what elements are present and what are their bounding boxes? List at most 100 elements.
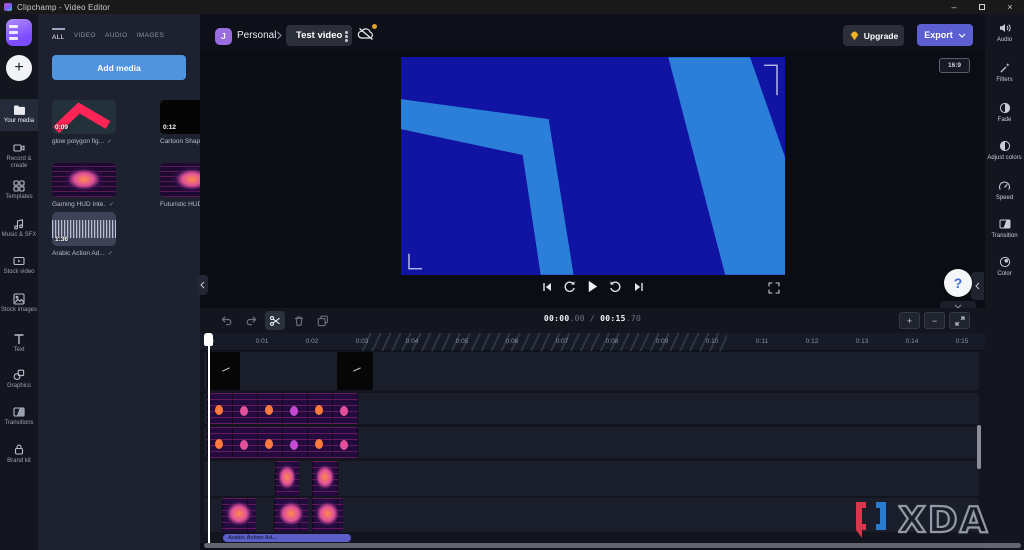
zoom-out-button[interactable]: − (924, 312, 945, 329)
media-item-glow-polygon[interactable]: 0:09 glow polygon fig...✓ (52, 100, 116, 145)
fullscreen-button[interactable] (768, 281, 780, 299)
text-icon (13, 333, 25, 345)
music-note-icon (13, 218, 25, 230)
tool-transition[interactable]: Transition (985, 218, 1024, 240)
timeline-vertical-scrollbar[interactable] (977, 425, 981, 469)
skip-to-start-button[interactable] (540, 279, 553, 294)
sidebar-item-stock-images[interactable]: Stock images (0, 293, 38, 314)
workspace-avatar[interactable]: J (215, 28, 232, 45)
camera-icon (13, 142, 25, 154)
clip-hud-track5-c[interactable] (312, 498, 343, 532)
chevron-down-icon (958, 33, 966, 38)
aspect-ratio-badge[interactable]: 16:9 (939, 58, 970, 73)
upgrade-button[interactable]: Upgrade (843, 25, 904, 46)
timeline-horizontal-scrollbar[interactable] (204, 543, 1021, 548)
tool-fade[interactable]: Fade (985, 102, 1024, 124)
panel-collapse-handle-left[interactable] (197, 275, 208, 295)
folder-icon (13, 104, 26, 116)
xda-logo-brackets-icon (852, 498, 892, 542)
redo-button[interactable] (241, 311, 261, 330)
tool-audio[interactable]: Audio (985, 22, 1024, 44)
playback-controls (540, 279, 645, 294)
duration-badge: 0:09 (55, 124, 68, 131)
clip-audio-arabic-action[interactable]: Arabic Action Ad... (223, 534, 351, 542)
track-lane-1 (204, 352, 979, 390)
create-new-button[interactable]: + (6, 55, 32, 81)
speaker-icon (998, 22, 1012, 34)
sidebar-item-graphics[interactable]: Graphics (0, 369, 38, 390)
tab-audio[interactable]: AUDIO (105, 28, 128, 41)
breadcrumb-chevron-icon (276, 31, 283, 40)
clipchamp-home-logo[interactable] (6, 19, 32, 46)
sidebar-item-record-create[interactable]: Record & create (0, 142, 38, 170)
adjust-colors-icon (999, 140, 1011, 152)
maximize-button[interactable] (968, 0, 996, 14)
clip-hud-track5-a[interactable] (222, 498, 256, 532)
project-title-field[interactable]: Test video (286, 25, 352, 46)
sidebar-item-music-sfx[interactable]: Music & SFX (0, 218, 38, 239)
tab-video[interactable]: VIDEO (74, 28, 96, 41)
close-button[interactable]: × (996, 0, 1024, 14)
media-tabs: ALL VIDEO AUDIO IMAGES (52, 28, 164, 41)
sidebar-item-stock-video[interactable]: Stock video (0, 255, 38, 276)
skip-to-end-button[interactable] (632, 279, 645, 294)
cloud-offline-icon[interactable] (357, 27, 375, 41)
timeline-ruler[interactable]: 0 0:01 0:02 0:03 0:04 0:05 0:06 0:07 0:0… (200, 333, 985, 351)
media-item-gaming-hud[interactable]: Gaming HUD Inte...✓ (52, 163, 116, 208)
xda-logo-text: XDA (898, 500, 1018, 540)
svg-text:XDA: XDA (898, 500, 990, 540)
panel-collapse-handle-right[interactable] (971, 272, 984, 300)
video-preview-canvas[interactable] (401, 57, 785, 275)
fade-icon (999, 102, 1011, 114)
add-media-button[interactable]: Add media (52, 55, 186, 80)
clip-hud-track4-b[interactable] (312, 461, 338, 496)
tool-speed[interactable]: Speed (985, 180, 1024, 202)
rewind-button[interactable] (563, 279, 576, 294)
delete-button[interactable] (289, 311, 309, 330)
stock-image-icon (13, 293, 25, 305)
sidebar-item-your-media[interactable]: Your media (0, 99, 38, 131)
media-thumbnail: 1:36 (52, 212, 116, 246)
split-scissors-button[interactable] (265, 311, 285, 330)
playhead-handle[interactable] (204, 333, 213, 346)
zoom-fit-button[interactable] (949, 312, 970, 329)
media-item-arabic-action[interactable]: 1:36 Arabic Action Ad...✓ (52, 212, 116, 257)
sidebar-item-transitions[interactable]: Transitions (0, 406, 38, 427)
ruler-tick: 0:05 (456, 338, 469, 345)
project-menu-button[interactable] (345, 35, 348, 38)
sidebar-item-text[interactable]: Text (0, 333, 38, 354)
breadcrumb-workspace[interactable]: Personal (237, 30, 276, 41)
minimize-button[interactable]: – (940, 0, 968, 14)
maximize-icon (979, 4, 985, 10)
tool-adjust-colors[interactable]: Adjust colors (985, 140, 1024, 162)
tab-all[interactable]: ALL (52, 28, 65, 41)
clip-cartoon-2[interactable] (337, 352, 373, 390)
transitions-icon (13, 406, 25, 418)
duplicate-button[interactable] (313, 311, 333, 330)
clip-hud-track4-a[interactable] (275, 461, 299, 496)
media-title: glow polygon fig... (52, 138, 104, 145)
playhead-line[interactable] (208, 333, 210, 543)
clip-hud-track3[interactable] (207, 427, 358, 458)
left-nav-rail: + Your media Record & create Templates M… (0, 14, 38, 550)
xda-watermark: XDA (852, 498, 1018, 542)
templates-grid-icon (13, 180, 25, 192)
clip-cartoon-1[interactable] (207, 352, 240, 390)
help-button[interactable]: ? (944, 269, 972, 297)
tool-color[interactable]: Color (985, 256, 1024, 278)
sidebar-item-brand-kit[interactable]: Brand kit (0, 444, 38, 465)
clip-hud-track2[interactable] (207, 393, 358, 424)
clip-hud-track5-b[interactable] (274, 498, 308, 532)
tool-filters[interactable]: Filters (985, 62, 1024, 84)
ruler-tick: 0:08 (606, 338, 619, 345)
undo-button[interactable] (216, 311, 236, 330)
play-button[interactable] (586, 279, 599, 294)
sidebar-item-templates[interactable]: Templates (0, 180, 38, 201)
zoom-in-button[interactable]: + (899, 312, 920, 329)
offline-status-badge (372, 24, 377, 29)
tab-images[interactable]: IMAGES (137, 28, 165, 41)
added-check-icon: ✓ (108, 250, 113, 257)
export-button[interactable]: Export (917, 24, 973, 46)
brand-kit-icon (13, 444, 25, 456)
forward-button[interactable] (609, 279, 622, 294)
